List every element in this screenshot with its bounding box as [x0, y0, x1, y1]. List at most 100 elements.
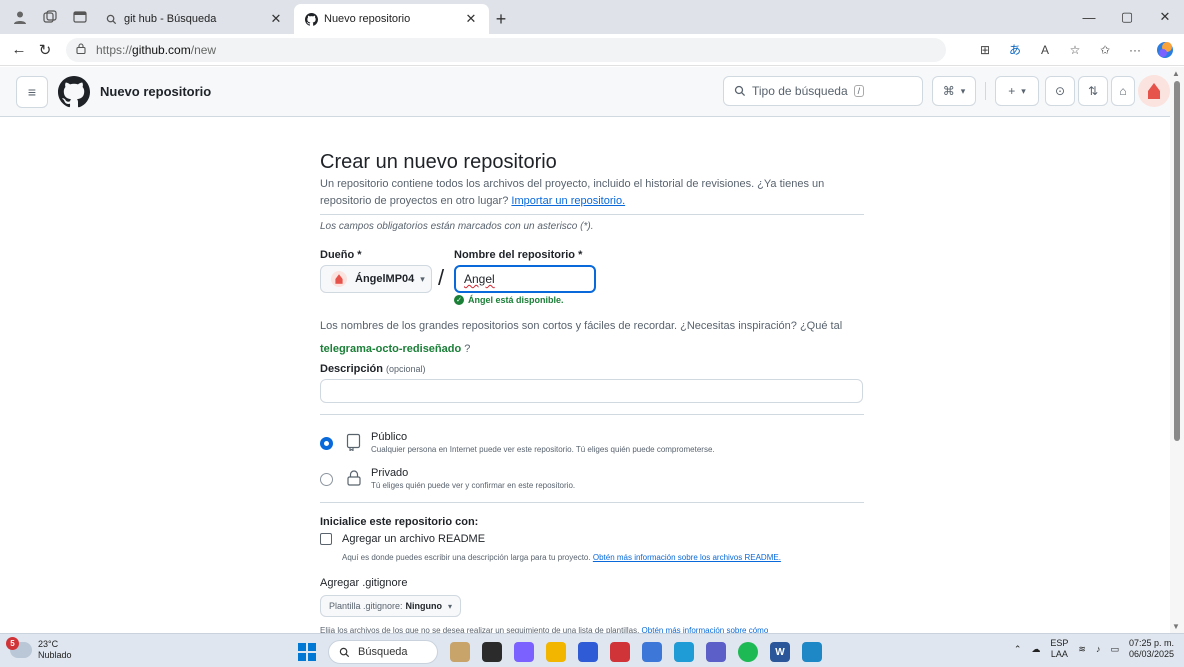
notification-badge: 5 — [6, 637, 19, 650]
favorites-icon[interactable]: ✩ — [1094, 39, 1116, 61]
teams-icon[interactable] — [706, 642, 726, 662]
chevron-up-icon[interactable]: ⌃ — [1014, 644, 1022, 655]
search-input[interactable]: Tipo de búsqueda / — [723, 76, 923, 106]
minimize-icon[interactable]: — — [1070, 0, 1108, 34]
tab-title: Nuevo repositorio — [324, 13, 411, 25]
description-input[interactable] — [320, 379, 863, 403]
task-view-icon[interactable] — [482, 642, 502, 662]
back-icon[interactable]: ← — [6, 37, 32, 63]
visibility-private-option[interactable]: Privado Tú eliges quién puede ver y conf… — [320, 467, 575, 490]
avatar[interactable] — [1138, 75, 1170, 107]
repo-icon — [346, 433, 361, 451]
weather-condition: Nublado — [38, 650, 72, 660]
wifi-icon[interactable]: ≋ — [1078, 644, 1086, 655]
repo-name-input[interactable]: Angel — [454, 265, 596, 293]
private-radio[interactable] — [320, 473, 333, 486]
owner-select[interactable]: ÁngelMP04 ▾ — [320, 265, 432, 293]
check-circle-icon: ✓ — [454, 295, 464, 305]
split-screen-icon[interactable]: ⊞ — [974, 39, 996, 61]
page-scrollbar[interactable]: ▲ ▼ — [1170, 67, 1184, 633]
widgets-icon[interactable] — [450, 642, 470, 662]
start-button[interactable] — [298, 643, 316, 661]
optional-tag: (opcional) — [386, 364, 426, 374]
url-path: /new — [190, 42, 217, 57]
github-logo-icon — [304, 12, 318, 26]
spotify-icon[interactable] — [738, 642, 758, 662]
translate-icon[interactable]: あ — [1004, 39, 1026, 61]
availability-message: ✓ Ángel está disponible. — [454, 295, 564, 305]
date: 06/03/2025 — [1128, 649, 1174, 659]
tab-search[interactable]: git hub - Búsqueda ✕ — [94, 4, 294, 34]
clock[interactable]: 07:25 p. m. 06/03/2025 — [1129, 638, 1174, 660]
visibility-public-option[interactable]: Público Cualquier persona en Internet pu… — [320, 431, 715, 454]
battery-icon[interactable]: ▭ — [1110, 644, 1119, 655]
store-icon[interactable] — [578, 642, 598, 662]
pull-requests-button[interactable]: ⇅ — [1078, 76, 1108, 106]
new-tab-button[interactable]: + — [489, 4, 513, 34]
time: 07:25 p. m. — [1128, 638, 1174, 648]
lock-icon — [347, 470, 361, 486]
tab-new-repository[interactable]: Nuevo repositorio ✕ — [294, 4, 489, 34]
region-code: LAA — [1050, 649, 1068, 659]
app-icon[interactable] — [642, 642, 662, 662]
search-icon — [734, 85, 746, 97]
name-hint: Los nombres de los grandes repositorios … — [320, 315, 864, 361]
issues-icon: ⊙ — [1054, 84, 1066, 98]
workspaces-icon[interactable] — [40, 7, 60, 27]
init-heading: Inicialice este repositorio con: — [320, 516, 479, 528]
menu-icon[interactable]: ≡ — [16, 75, 48, 108]
url-field[interactable]: https://github.com/new — [66, 37, 946, 62]
cloud-icon: 5 — [6, 637, 32, 658]
onedrive-icon[interactable]: ☁ — [1031, 644, 1040, 655]
issues-button[interactable]: ⊙ — [1045, 76, 1075, 106]
scrollbar-thumb[interactable] — [1174, 81, 1180, 441]
more-icon[interactable]: ··· — [1124, 39, 1146, 61]
public-radio[interactable] — [320, 437, 333, 450]
mcafee-icon[interactable] — [610, 642, 630, 662]
word-icon[interactable]: W — [770, 642, 790, 662]
readme-option[interactable]: Agregar un archivo README — [320, 533, 485, 545]
lock-icon — [76, 42, 90, 57]
readme-desc-text: Aquí es donde puedes escribir una descri… — [342, 553, 591, 562]
photos-icon[interactable] — [802, 642, 822, 662]
scroll-down-icon[interactable]: ▼ — [1172, 622, 1180, 631]
copilot-icon: ⌘ — [942, 84, 955, 98]
file-explorer-icon[interactable] — [546, 642, 566, 662]
tab-actions-icon[interactable] — [70, 7, 90, 27]
browser-tab-bar: git hub - Búsqueda ✕ Nuevo repositorio ✕… — [0, 0, 1184, 34]
copilot-app-icon[interactable] — [514, 642, 534, 662]
gitignore-template-select[interactable]: Plantilla .gitignore: Ninguno ▾ — [320, 595, 462, 617]
repo-name-value: Angel — [464, 272, 495, 286]
profile-icon[interactable] — [10, 7, 30, 27]
edge-icon[interactable] — [674, 642, 694, 662]
favorite-star-icon[interactable]: ☆ — [1064, 39, 1086, 61]
form-intro: Un repositorio contiene todos los archiv… — [320, 176, 840, 210]
readme-checkbox[interactable] — [320, 533, 332, 545]
search-icon — [339, 647, 350, 657]
restore-icon[interactable]: ▢ — [1108, 0, 1146, 34]
name-suggestion[interactable]: telegrama-octo-rediseñado — [320, 343, 461, 355]
read-aloud-icon[interactable]: A — [1034, 39, 1056, 61]
address-bar-row: ← ↻ https://github.com/new ⊞ あ A ☆ ✩ ··· — [0, 34, 1184, 66]
windows-taskbar: 5 23°C Nublado Búsqueda W ⌃ ☁ ESP LAA ≋ … — [0, 633, 1184, 667]
volume-icon[interactable]: ♪ — [1096, 644, 1101, 654]
close-tab-icon[interactable]: ✕ — [463, 11, 479, 27]
readme-learn-more-link[interactable]: Obtén más información sobre los archivos… — [593, 553, 781, 562]
gitignore-prefix: Plantilla .gitignore: — [329, 601, 403, 611]
close-window-icon[interactable]: ✕ — [1146, 0, 1184, 34]
close-tab-icon[interactable]: ✕ — [268, 11, 284, 27]
github-logo-icon[interactable] — [58, 75, 90, 108]
copilot-icon[interactable] — [1154, 39, 1176, 61]
required-note: Los campos obligatorios están marcados c… — [320, 221, 594, 232]
owner-value: ÁngelMP04 — [355, 273, 415, 285]
create-new-button[interactable]: + ▾ — [995, 76, 1039, 106]
copilot-button[interactable]: ⌘ ▾ — [932, 76, 976, 106]
scroll-up-icon[interactable]: ▲ — [1172, 69, 1180, 78]
refresh-icon[interactable]: ↻ — [32, 37, 58, 63]
weather-widget[interactable]: 5 23°C Nublado — [6, 637, 72, 661]
public-description: Cualquier persona en Internet puede ver … — [371, 445, 715, 454]
inbox-button[interactable]: ⌂ — [1111, 76, 1135, 106]
language-indicator[interactable]: ESP LAA — [1050, 638, 1068, 660]
taskbar-search[interactable]: Búsqueda — [328, 640, 438, 664]
import-repository-link[interactable]: Importar un repositorio. — [511, 195, 625, 207]
